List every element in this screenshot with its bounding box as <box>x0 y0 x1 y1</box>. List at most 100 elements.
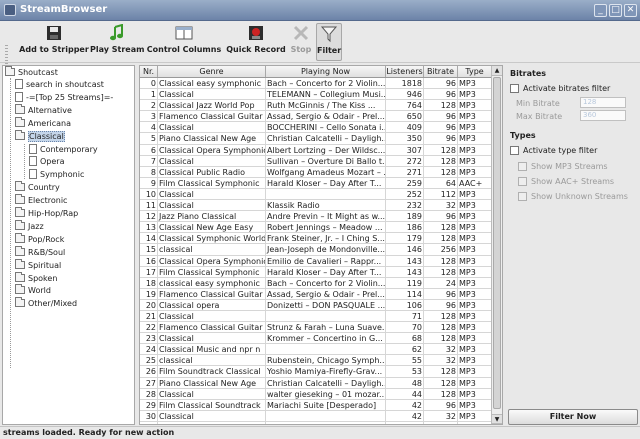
table-row[interactable]: 13 Classical New Age Easy Robert Jennings … <box>140 222 492 234</box>
cell-listeners: 42 <box>386 410 424 421</box>
tree-item[interactable]: -=[Top 25 Streams]=- <box>15 91 113 104</box>
column-header-genre[interactable]: Genre <box>158 66 266 77</box>
table-row[interactable]: 6 Classical Opera Symphonic Albert Lortzin… <box>140 144 492 156</box>
stop-button[interactable]: Stop <box>288 23 314 61</box>
table-row[interactable]: 10 Classical 252 112 MP3 <box>140 188 492 201</box>
cell-playing-now: Assad, Sergio & Odair - Prel... <box>267 111 386 122</box>
tree-item[interactable]: Spiritual <box>15 258 61 272</box>
tree-item-label: Alternative <box>28 105 72 115</box>
activate-type-checkbox[interactable]: Activate type filter <box>510 145 597 157</box>
table-row[interactable]: 26 Film Soundtrack Classical Yoshio Mamiya… <box>140 366 492 378</box>
table-row[interactable]: 23 Classical Krommer – Concertino in G... 6… <box>140 333 492 345</box>
table-row[interactable]: 11 Classical Klassik Radio 232 32 MP3 <box>140 200 492 212</box>
cell-genre: Classical Symphonic World <box>159 233 266 244</box>
tree-item[interactable]: Hip-Hop/Rap <box>15 207 78 220</box>
close-button[interactable]: ✕ <box>624 4 637 17</box>
play-stream-button[interactable]: Play Stream <box>90 23 144 61</box>
table-row[interactable]: 7 Classical Sullivan – Overture Di Ballo t… <box>140 155 492 167</box>
cell-genre: Flamenco Classical Guitar <box>158 288 266 299</box>
table-row[interactable]: 3 Flamenco Classical Guitar Assad, Sergio … <box>140 111 492 123</box>
tree-item[interactable]: World <box>15 284 51 297</box>
cell-genre: Piano Classical New Age <box>158 377 266 388</box>
scroll-up-arrow-icon[interactable]: ▲ <box>492 66 502 76</box>
column-header-bitrate[interactable]: Bitrate <box>424 66 458 77</box>
table-row[interactable]: 20 Classical opera Donizetti – DON PASQUAL… <box>140 299 492 311</box>
max-bitrate-field[interactable]: 360 <box>580 110 626 121</box>
scroll-down-arrow-icon[interactable]: ▼ <box>492 414 502 424</box>
table-row[interactable]: 12 Jazz Piano Classical Andre Previn – It … <box>140 211 492 223</box>
add-to-stripper-button[interactable]: Add to Stripper <box>18 23 90 61</box>
table-row[interactable]: 1 Classical TELEMANN – Collegium Musi... 94… <box>140 89 492 101</box>
tree-item[interactable]: Opera <box>29 156 65 168</box>
table-row[interactable]: 28 Classical walter gieseking – 01 mozar..… <box>140 388 492 400</box>
column-header-type[interactable]: Type <box>458 66 492 77</box>
table-row[interactable]: 22 Flamenco Classical Guitar Strunz & Fara… <box>140 322 492 334</box>
control-columns-button[interactable]: Control Columns <box>146 23 222 61</box>
table-row[interactable]: 27 Piano Classical New Age Christian Calca… <box>140 377 492 389</box>
minimize-button[interactable]: _ <box>594 4 607 17</box>
cell-bitrate: 256 <box>424 244 458 255</box>
filter-button[interactable]: Filter <box>316 23 342 61</box>
document-icon <box>29 143 37 154</box>
show-mp3-checkbox[interactable]: Show MP3 Streams <box>518 161 608 173</box>
table-scrollbar[interactable]: ▲ ▼ <box>491 66 502 424</box>
cell-playing-now <box>266 421 386 424</box>
table-row[interactable]: 4 Classical BOCCHERINI – Cello Sonata i...… <box>140 122 492 134</box>
column-header-playing[interactable]: Playing Now <box>266 66 386 77</box>
table-row[interactable]: 5 Piano Classical New Age Christian Calcat… <box>140 133 492 145</box>
table-row[interactable]: 29 Film Classical Soundtrack Mariachi Suit… <box>140 399 492 411</box>
cell-genre: Film Classical Symphonic <box>158 266 266 277</box>
table-row[interactable]: 14 Classical Symphonic World Frank Steiner… <box>140 233 492 245</box>
table-row[interactable]: 9 Film Classical Symphonic Harald Kloser –… <box>140 177 492 189</box>
tree-item[interactable]: Symphonic <box>29 169 84 181</box>
table-row[interactable]: 18 classical easy symphonic Bach – Concert… <box>140 277 492 289</box>
table-row[interactable]: 25 classical Rubenstein, Chicago Symph... 5… <box>140 355 492 367</box>
table-row[interactable]: 17 Film Classical Symphonic Harald Kloser … <box>140 266 492 278</box>
title-bar[interactable]: StreamBrowser _ □ ✕ <box>0 0 640 21</box>
cell-type: MP3 <box>458 410 492 421</box>
genre-tree[interactable]: Shoutcast search in shoutcast -=[Top 25 S… <box>2 65 135 425</box>
tree-item[interactable]: Country <box>15 181 60 194</box>
table-row[interactable]: 8 Classical Public Radio Wolfgang Amadeus … <box>140 166 492 178</box>
tree-root[interactable]: Shoutcast <box>5 66 58 79</box>
maximize-button[interactable]: □ <box>609 4 622 17</box>
add-to-stripper-label: Add to Stripper <box>19 45 89 54</box>
tree-item[interactable]: Spoken <box>15 271 57 285</box>
table-row[interactable]: 21 Classical 71 128 MP3 <box>140 310 492 323</box>
table-row[interactable]: 16 Classical Opera Symphonic Emilio de Cav… <box>140 255 492 267</box>
scrollbar-thumb[interactable] <box>493 77 501 409</box>
table-row[interactable]: 15 classical Jean-Joseph de Mondonville...… <box>140 244 492 256</box>
filter-now-button[interactable]: Filter Now <box>508 409 638 425</box>
cell-nr: 26 <box>140 366 158 377</box>
cell-bitrate: 24 <box>424 277 458 288</box>
tree-item[interactable]: Electronic <box>15 194 67 207</box>
tree-item[interactable]: Classical <box>15 129 65 143</box>
table-row[interactable]: 2 Classical Jazz World Pop Ruth McGinnis /… <box>140 100 492 112</box>
table-row[interactable]: 24 Classical Music and npr n 62 32 MP3 <box>140 344 492 356</box>
tree-item[interactable]: Other/Mixed <box>15 297 77 310</box>
quick-record-button[interactable]: Quick Record <box>226 23 286 61</box>
table-row[interactable]: 0 Classical easy symphonic Bach – Concerto… <box>140 78 492 90</box>
table-row[interactable]: 31Classical 4232MP3 <box>140 421 492 424</box>
cell-listeners: 70 <box>386 322 424 333</box>
tree-item-label: Pop/Rock <box>28 234 65 244</box>
cell-type: MP3 <box>458 310 492 322</box>
column-header-nr[interactable]: Nr. <box>140 66 158 77</box>
tree-item[interactable]: R&B/Soul <box>15 245 65 259</box>
activate-bitrates-checkbox[interactable]: Activate bitrates filter <box>510 83 610 95</box>
tree-item[interactable]: Pop/Rock <box>15 232 65 246</box>
min-bitrate-field[interactable]: 128 <box>580 97 626 108</box>
cell-nr: 11 <box>140 200 158 211</box>
tree-item[interactable]: Alternative <box>15 103 72 117</box>
tree-item[interactable]: search in shoutcast <box>15 79 104 91</box>
tree-item[interactable]: Jazz <box>15 219 44 233</box>
stream-table[interactable]: Nr. Genre Playing Now Listeners Bitrate … <box>139 65 503 425</box>
column-header-listeners[interactable]: Listeners <box>386 66 424 77</box>
table-row[interactable]: 19 Flamenco Classical Guitar Assad, Sergio… <box>140 288 492 300</box>
tree-item[interactable]: Americana <box>15 116 71 130</box>
table-row[interactable]: 30 Classical 42 32 MP3 <box>140 410 492 422</box>
show-aac-checkbox[interactable]: Show AAC+ Streams <box>518 176 614 188</box>
show-unknown-checkbox[interactable]: Show Unknown Streams <box>518 191 628 203</box>
cell-genre: Classical <box>158 421 266 424</box>
tree-item[interactable]: Contemporary <box>29 143 98 156</box>
